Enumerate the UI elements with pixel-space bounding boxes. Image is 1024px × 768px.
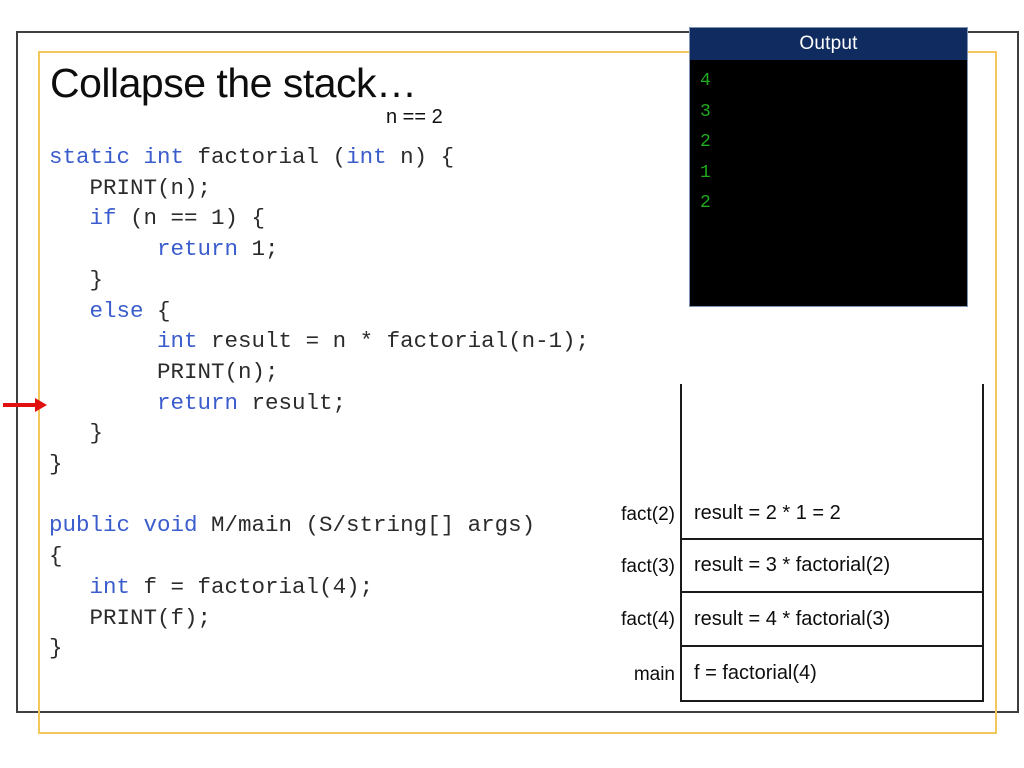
output-line: 2 xyxy=(700,132,711,152)
code-text: M/main (S/string[] args) xyxy=(197,512,536,539)
code-line: else { xyxy=(49,296,669,327)
code-keyword: int xyxy=(157,328,198,355)
code-text: } xyxy=(49,420,104,447)
code-keyword: int xyxy=(89,573,131,600)
code-line: return result; xyxy=(49,388,669,419)
variable-state-annotation: n == 2 xyxy=(386,106,443,128)
output-console-text: 4 3 2 1 2 xyxy=(690,60,967,306)
stack-frame-label: fact(4) xyxy=(621,609,675,630)
code-text: 1; xyxy=(238,236,279,263)
code-line: int result = n * factorial(n-1); xyxy=(49,326,669,357)
output-line: 2 xyxy=(700,193,711,213)
code-line: static int factorial (int n) { xyxy=(49,142,669,173)
code-line: return 1; xyxy=(49,234,669,265)
output-line: 4 xyxy=(700,71,711,91)
stack-frame-content: result = 4 * factorial(3) xyxy=(680,593,984,647)
stack-frame-content: result = 2 * 1 = 2 xyxy=(680,489,984,540)
code-keyword: return xyxy=(157,236,239,263)
code-line: PRINT(n); xyxy=(49,357,669,388)
stack-frame-content xyxy=(680,384,984,489)
code-line: } xyxy=(49,265,669,296)
code-line: PRINT(n); xyxy=(49,173,669,204)
code-text: f = factorial(4); xyxy=(130,573,374,600)
code-keyword: return xyxy=(157,389,239,416)
code-line: { xyxy=(49,541,669,572)
code-line: } xyxy=(49,418,669,449)
stack-frame-content: f = factorial(4) xyxy=(680,647,984,702)
code-line: } xyxy=(49,633,669,664)
current-line-arrow-icon xyxy=(3,398,47,412)
output-line: 1 xyxy=(700,162,711,183)
stack-frame: fact(4) result = 4 * factorial(3) xyxy=(604,593,984,647)
stack-frame-empty xyxy=(604,384,984,489)
output-line: 3 xyxy=(700,101,711,122)
code-text: } xyxy=(49,266,104,293)
output-console-window: Output 4 3 2 1 2 xyxy=(689,27,968,307)
stack-frame: fact(3) result = 3 * factorial(2) xyxy=(604,540,984,593)
code-line: if (n == 1) { xyxy=(49,203,669,234)
page-title: Collapse the stack… xyxy=(50,60,417,106)
code-text: PRINT(n); xyxy=(49,358,279,385)
code-line: public void M/main (S/string[] args) xyxy=(49,510,669,541)
code-text: PRINT(n); xyxy=(49,174,212,201)
code-keyword: int xyxy=(346,144,387,170)
code-text: { xyxy=(49,543,63,570)
call-stack-diagram: fact(2) result = 2 * 1 = 2 fact(3) result =… xyxy=(604,384,984,702)
stack-frame-label: main xyxy=(633,663,675,685)
output-window-title: Output xyxy=(690,28,967,60)
code-text: PRINT(f); xyxy=(49,604,212,631)
code-text: factorial ( xyxy=(184,144,347,170)
code-text: { xyxy=(143,297,171,324)
code-keyword: if xyxy=(89,205,117,232)
stack-frame-label xyxy=(604,384,680,489)
code-line: } xyxy=(49,449,669,480)
stack-frame: fact(2) result = 2 * 1 = 2 xyxy=(604,489,984,540)
code-text: n) { xyxy=(386,144,455,170)
code-text: (n == 1) { xyxy=(116,205,266,232)
stack-frame: main f = factorial(4) xyxy=(604,647,984,702)
stack-frame-label: fact(3) xyxy=(621,555,675,577)
code-keyword: else xyxy=(89,297,144,324)
code-keyword: static int xyxy=(49,144,185,170)
stack-frame-content: result = 3 * factorial(2) xyxy=(680,540,984,593)
stack-frame-label: fact(2) xyxy=(621,503,675,525)
code-text: } xyxy=(49,635,63,662)
code-line: PRINT(f); xyxy=(49,603,669,634)
code-text: result; xyxy=(238,389,347,416)
code-line: int f = factorial(4); xyxy=(49,572,669,603)
code-text: result = n * factorial(n-1); xyxy=(197,328,590,355)
code-keyword: public void xyxy=(49,512,198,539)
source-code-block: static int factorial (int n) { PRINT(n);… xyxy=(49,142,669,664)
code-text: } xyxy=(49,451,63,478)
